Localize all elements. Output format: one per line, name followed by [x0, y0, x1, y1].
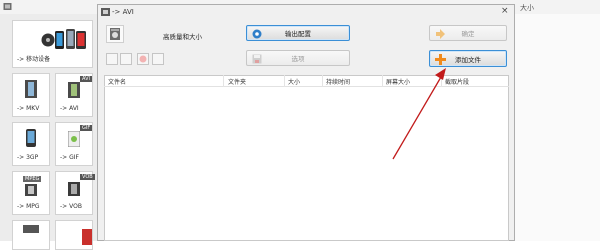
column-filename[interactable]: 文件名: [108, 77, 126, 86]
background-panel: [515, 14, 600, 241]
remove-button[interactable]: [137, 53, 149, 65]
film-icon: [25, 184, 37, 196]
move-down-button[interactable]: [120, 53, 132, 65]
category-label: -> 3GP: [17, 154, 39, 161]
category-avi[interactable]: AVI -> AVI: [55, 73, 93, 117]
clear-button[interactable]: [152, 53, 164, 65]
app-icon: [3, 2, 12, 11]
category-mkv[interactable]: -> MKV: [12, 73, 50, 117]
file-icon: [82, 229, 92, 245]
save-icon: [252, 54, 262, 64]
category-mpg[interactable]: MPEG -> MPG: [12, 171, 50, 215]
category-mobile[interactable]: -> 移动设备: [12, 20, 93, 68]
film-icon: [68, 82, 80, 98]
film-icon: [68, 182, 80, 196]
category-more[interactable]: [12, 220, 50, 250]
category-label: -> 移动设备: [17, 56, 51, 63]
column-folder[interactable]: 文件夹: [228, 77, 246, 86]
category-3gp[interactable]: -> 3GP: [12, 122, 50, 166]
category-label: -> MKV: [17, 105, 40, 112]
image-icon: [68, 131, 80, 147]
move-up-button[interactable]: [106, 53, 118, 65]
options-label: 选项: [291, 55, 305, 63]
gear-icon: [252, 29, 262, 39]
annotation-arrow: [392, 68, 446, 160]
category-badge: VOB: [80, 174, 95, 180]
column-size[interactable]: 大小: [288, 77, 300, 86]
output-config-button[interactable]: 输出配置: [246, 25, 350, 41]
phone-icon: [41, 29, 86, 49]
output-format-icon: [106, 25, 124, 43]
film-icon: [25, 80, 37, 98]
close-icon[interactable]: ×: [501, 6, 509, 16]
category-label: -> AVI: [60, 105, 79, 112]
category-label: -> MPG: [17, 203, 40, 210]
category-more[interactable]: [55, 220, 93, 250]
category-badge: [23, 225, 39, 233]
options-button[interactable]: 选项: [246, 50, 350, 66]
category-badge: MPEG: [23, 176, 42, 182]
category-label: -> VOB: [60, 203, 82, 210]
column-divider[interactable]: [284, 75, 285, 87]
dialog-app-icon: [101, 8, 110, 16]
size-column-header: 大小: [520, 4, 534, 12]
quality-label: 高质量和大小: [163, 33, 202, 41]
category-label: -> GIF: [60, 154, 79, 161]
category-badge: AVI: [80, 76, 92, 82]
category-gif[interactable]: GIF -> GIF: [55, 122, 93, 166]
dialog-title: -> AVI: [112, 8, 134, 16]
column-divider[interactable]: [322, 75, 323, 87]
arrow-right-icon: [436, 29, 445, 39]
ok-label: 确定: [461, 30, 475, 38]
column-duration[interactable]: 持续时间: [326, 77, 350, 86]
phone-icon: [26, 129, 36, 147]
category-vob[interactable]: VOB -> VOB: [55, 171, 95, 215]
ok-button[interactable]: 确定: [429, 25, 507, 41]
column-divider[interactable]: [223, 75, 224, 87]
remove-icon: [139, 55, 147, 63]
output-config-label: 输出配置: [285, 30, 311, 38]
category-badge: GIF: [80, 125, 93, 131]
